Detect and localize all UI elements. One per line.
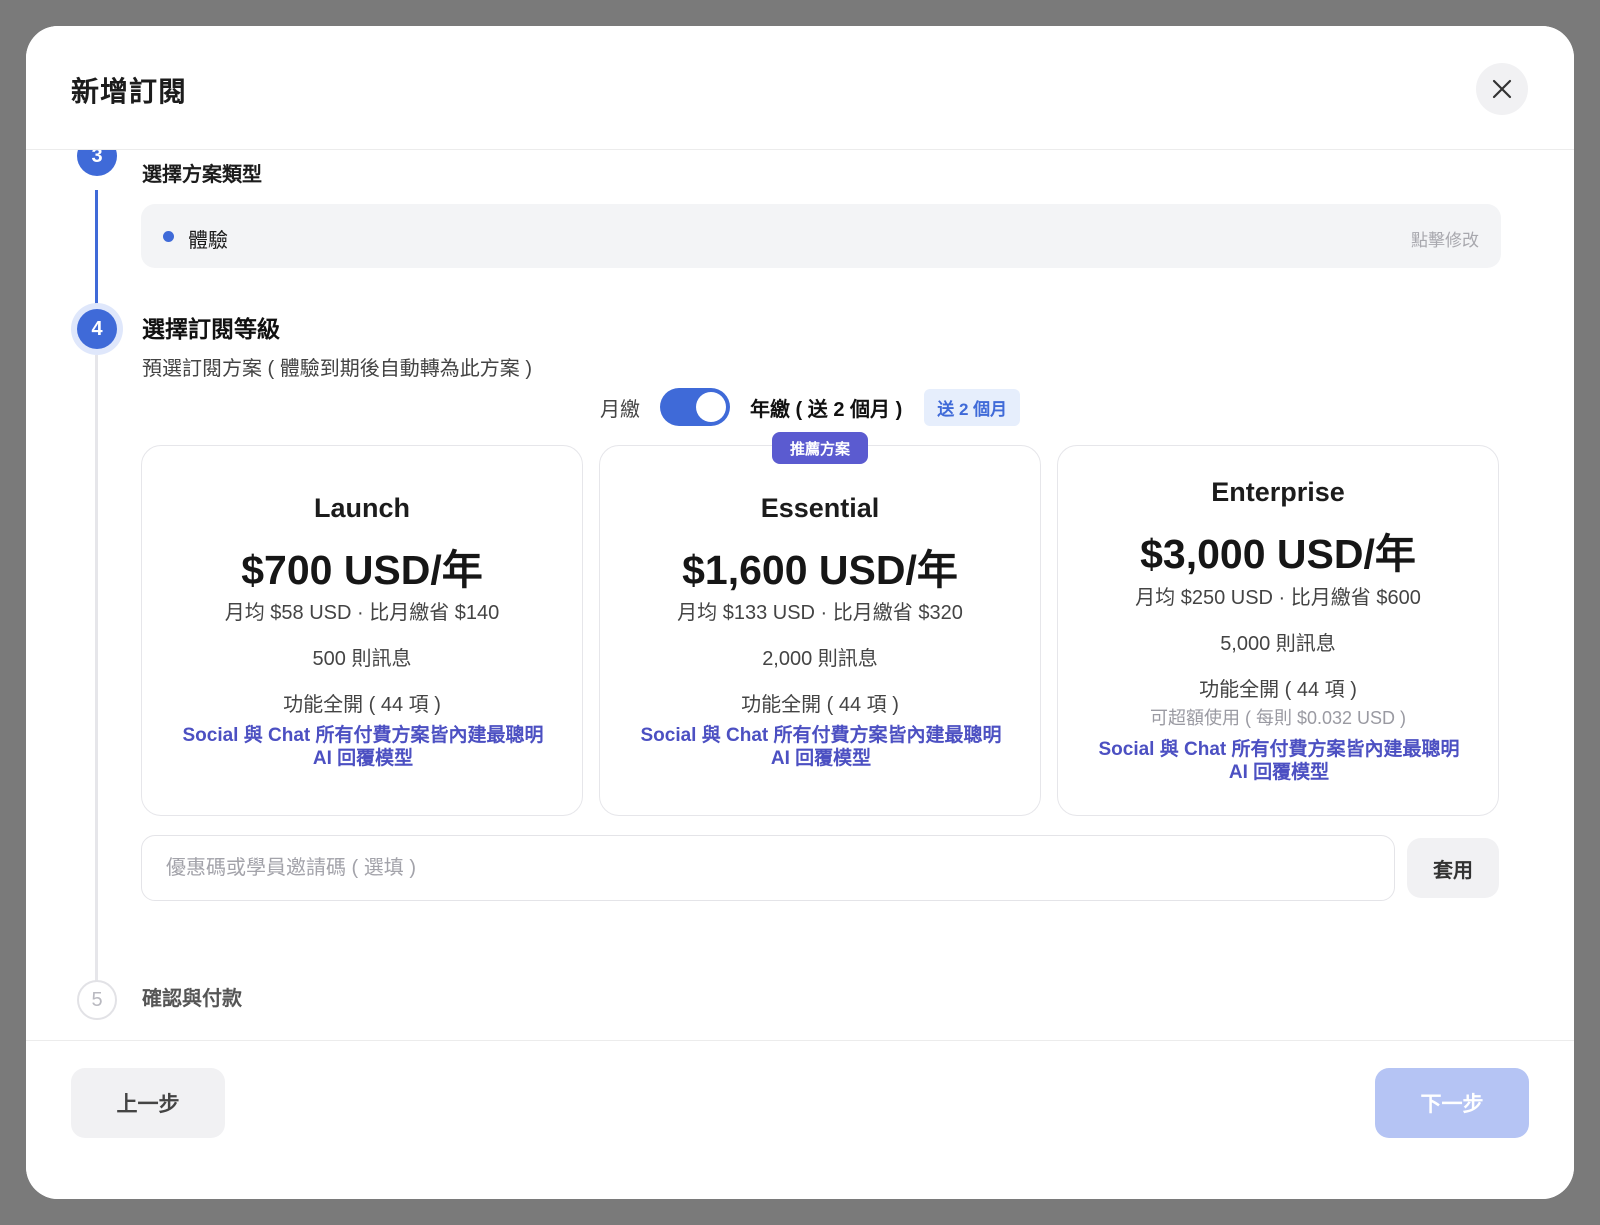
- plan-name: Launch: [313, 493, 410, 523]
- selected-dot-icon: [163, 231, 174, 242]
- close-icon: [1492, 79, 1512, 99]
- step-4-indicator: 4: [77, 309, 117, 349]
- step-3-title: 選擇方案類型: [142, 164, 262, 186]
- plan-price: $700 USD/年: [241, 547, 483, 593]
- next-step-button[interactable]: 下一步: [1375, 1068, 1529, 1138]
- edit-plan-type-link[interactable]: 點擊修改: [1411, 226, 1479, 251]
- step-4-title: 選擇訂閱等級: [142, 316, 280, 342]
- coupon-code-input[interactable]: [141, 835, 1395, 901]
- plan-price: $1,600 USD/年: [682, 547, 958, 593]
- modal-footer: 上一步 下一步: [26, 1040, 1574, 1199]
- step-3-indicator: 3: [77, 150, 117, 176]
- plan-message-quota: 5,000 則訊息: [1220, 633, 1336, 655]
- close-button[interactable]: [1476, 63, 1528, 115]
- modal-header: 新增訂閱: [26, 26, 1574, 150]
- billing-monthly-label[interactable]: 月繳: [600, 393, 640, 422]
- modal-body: 3 選擇方案類型 體驗 點擊修改 4 選擇訂閱等級 預選訂閱方案 ( 體驗到期後…: [26, 150, 1574, 1087]
- plan-features: 功能全開 ( 44 項 ): [283, 694, 441, 716]
- selected-plan-type[interactable]: 體驗 點擊修改: [141, 204, 1501, 268]
- plan-card-enterprise[interactable]: Enterprise $3,000 USD/年 月均 $250 USD · 比月…: [1057, 445, 1499, 816]
- step-5-title: 確認與付款: [142, 988, 242, 1010]
- plan-ai-note: Social 與 Chat 所有付費方案皆內建最聰明 AI 回覆模型: [1098, 739, 1460, 783]
- plan-message-quota: 500 則訊息: [312, 648, 412, 670]
- billing-yearly-label[interactable]: 年繳 ( 送 2 個月 ): [750, 393, 902, 422]
- plan-monthly-average: 月均 $133 USD · 比月繳省 $320: [677, 602, 963, 624]
- plan-ai-note: Social 與 Chat 所有付費方案皆內建最聰明 AI 回覆模型: [182, 725, 544, 769]
- plan-message-quota: 2,000 則訊息: [762, 648, 878, 670]
- add-subscription-modal: 新增訂閱 3 選擇方案類型 體驗 點擊修改 4 選擇訂閱等級 預選訂閱方案 ( …: [26, 26, 1574, 1199]
- toggle-knob: [696, 392, 726, 422]
- plan-price: $3,000 USD/年: [1140, 531, 1416, 577]
- selected-plan-type-label: 體驗: [188, 230, 228, 252]
- plan-monthly-average: 月均 $58 USD · 比月繳省 $140: [224, 602, 500, 624]
- plan-overage-note: 可超額使用 ( 每則 $0.032 USD ): [1149, 708, 1407, 728]
- step-4-subtitle: 預選訂閱方案 ( 體驗到期後自動轉為此方案 ): [142, 358, 532, 380]
- plan-features: 功能全開 ( 44 項 ): [741, 694, 899, 716]
- stepper-line-pending: [95, 355, 98, 999]
- yearly-bonus-badge: 送 2 個月: [924, 388, 1021, 426]
- plan-ai-note: Social 與 Chat 所有付費方案皆內建最聰明 AI 回覆模型: [640, 725, 1002, 769]
- step-5-indicator: 5: [77, 980, 117, 1020]
- plan-name: Enterprise: [1211, 477, 1345, 507]
- plan-card-essential[interactable]: Essential $1,600 USD/年 月均 $133 USD · 比月繳…: [599, 445, 1041, 816]
- plan-features: 功能全開 ( 44 項 ): [1199, 679, 1357, 701]
- recommended-badge: 推薦方案: [772, 432, 868, 464]
- billing-cycle-switch: 月繳 年繳 ( 送 2 個月 ) 送 2 個月: [600, 387, 1021, 427]
- modal-title: 新增訂閱: [71, 76, 188, 107]
- plan-monthly-average: 月均 $250 USD · 比月繳省 $600: [1135, 587, 1421, 609]
- plan-card-launch[interactable]: Launch $700 USD/年 月均 $58 USD · 比月繳省 $140…: [141, 445, 583, 816]
- billing-cycle-toggle[interactable]: [660, 388, 730, 426]
- stepper-line-completed: [95, 190, 98, 326]
- plan-name: Essential: [760, 493, 880, 523]
- apply-coupon-button[interactable]: 套用: [1407, 838, 1499, 898]
- previous-step-button[interactable]: 上一步: [71, 1068, 225, 1138]
